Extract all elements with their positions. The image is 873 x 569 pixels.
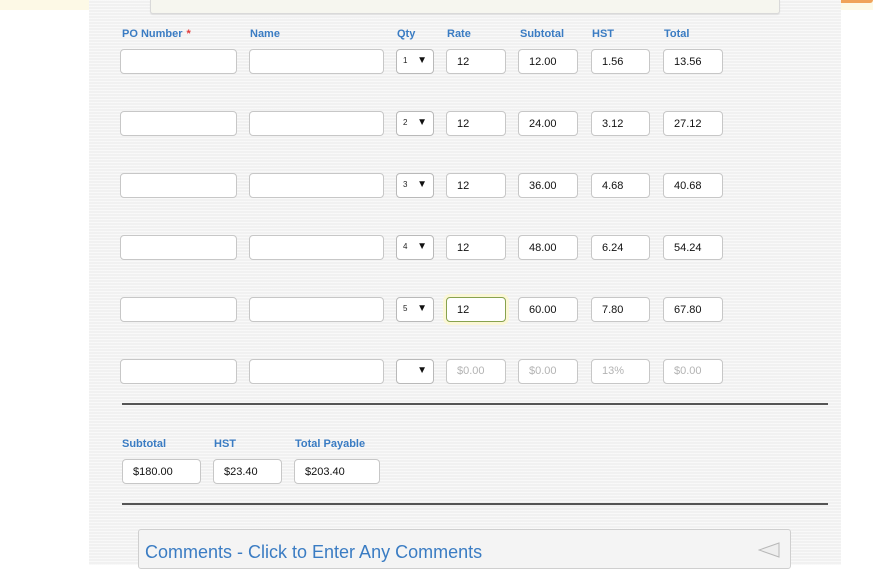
qty-select[interactable]: 5 ▼ [396,297,434,322]
header-po-number-text: PO Number [122,28,183,40]
chevron-down-icon: ▼ [417,179,427,190]
header-total: Total [664,28,690,40]
po-number-input[interactable] [120,49,237,74]
chevron-down-icon: ▼ [417,365,427,376]
name-input[interactable] [249,49,384,74]
qty-select[interactable]: 4 ▼ [396,235,434,260]
rate-input[interactable] [446,173,506,198]
rate-input-empty[interactable]: $0.00 [446,359,506,384]
totals-total-payable-label: Total Payable [295,438,366,450]
header-rate: Rate [447,28,471,40]
totals-hst-field[interactable] [213,459,282,484]
chevron-down-icon: ▼ [417,117,427,128]
totals-subtotal-label: Subtotal [122,438,166,450]
po-number-input-empty[interactable] [120,359,237,384]
po-number-input[interactable] [120,173,237,198]
name-input[interactable] [249,173,384,198]
required-mark: * [186,28,191,40]
header-subtotal: Subtotal [520,28,564,40]
hst-field[interactable] [591,235,650,260]
rate-input-focused[interactable] [446,297,506,322]
header-hst: HST [592,28,614,40]
subtotal-field[interactable] [518,173,578,198]
triangle-left-icon [757,542,780,563]
name-input[interactable] [249,297,384,322]
hst-field-empty[interactable]: 13% [591,359,650,384]
total-field[interactable] [663,111,723,136]
subtotal-field[interactable] [518,297,578,322]
header-qty: Qty [397,28,416,40]
name-input[interactable] [249,111,384,136]
qty-value: 5 [403,304,408,313]
qty-value: 1 [403,56,408,65]
totals-hst-label: HST [214,438,236,450]
hst-field[interactable] [591,111,650,136]
rate-input[interactable] [446,49,506,74]
qty-value: 4 [403,242,408,251]
header-name: Name [250,28,280,40]
total-field[interactable] [663,49,723,74]
total-field[interactable] [663,173,723,198]
qty-select[interactable]: 2 ▼ [396,111,434,136]
qty-select[interactable]: 1 ▼ [396,49,434,74]
total-field[interactable] [663,235,723,260]
previous-section-panel [150,0,780,14]
po-number-input[interactable] [120,235,237,260]
totals-subtotal-field[interactable] [122,459,201,484]
subtotal-field-empty[interactable]: $0.00 [518,359,578,384]
name-input[interactable] [249,235,384,260]
po-number-input[interactable] [120,297,237,322]
comments-label: Comments - Click to Enter Any Comments [145,542,483,562]
total-field-empty[interactable]: $0.00 [663,359,723,384]
hst-field[interactable] [591,297,650,322]
comments-toggle[interactable]: Comments - Click to Enter Any Comments [138,529,791,569]
subtotal-field[interactable] [518,111,578,136]
chevron-down-icon: ▼ [417,303,427,314]
total-field[interactable] [663,297,723,322]
hst-field[interactable] [591,173,650,198]
qty-select[interactable]: 3 ▼ [396,173,434,198]
form-background [89,0,841,565]
hst-field[interactable] [591,49,650,74]
subtotal-field[interactable] [518,49,578,74]
chevron-down-icon: ▼ [417,241,427,252]
po-number-input[interactable] [120,111,237,136]
chevron-down-icon: ▼ [417,55,427,66]
divider [122,503,828,505]
qty-value: 3 [403,180,408,189]
divider [122,403,828,405]
subtotal-field[interactable] [518,235,578,260]
qty-select-empty[interactable]: ▼ [396,359,434,384]
rate-input[interactable] [446,235,506,260]
totals-total-payable-field[interactable] [294,459,380,484]
qty-value: 2 [403,118,408,127]
name-input-empty[interactable] [249,359,384,384]
header-po-number: PO Number * [122,28,191,40]
rate-input[interactable] [446,111,506,136]
